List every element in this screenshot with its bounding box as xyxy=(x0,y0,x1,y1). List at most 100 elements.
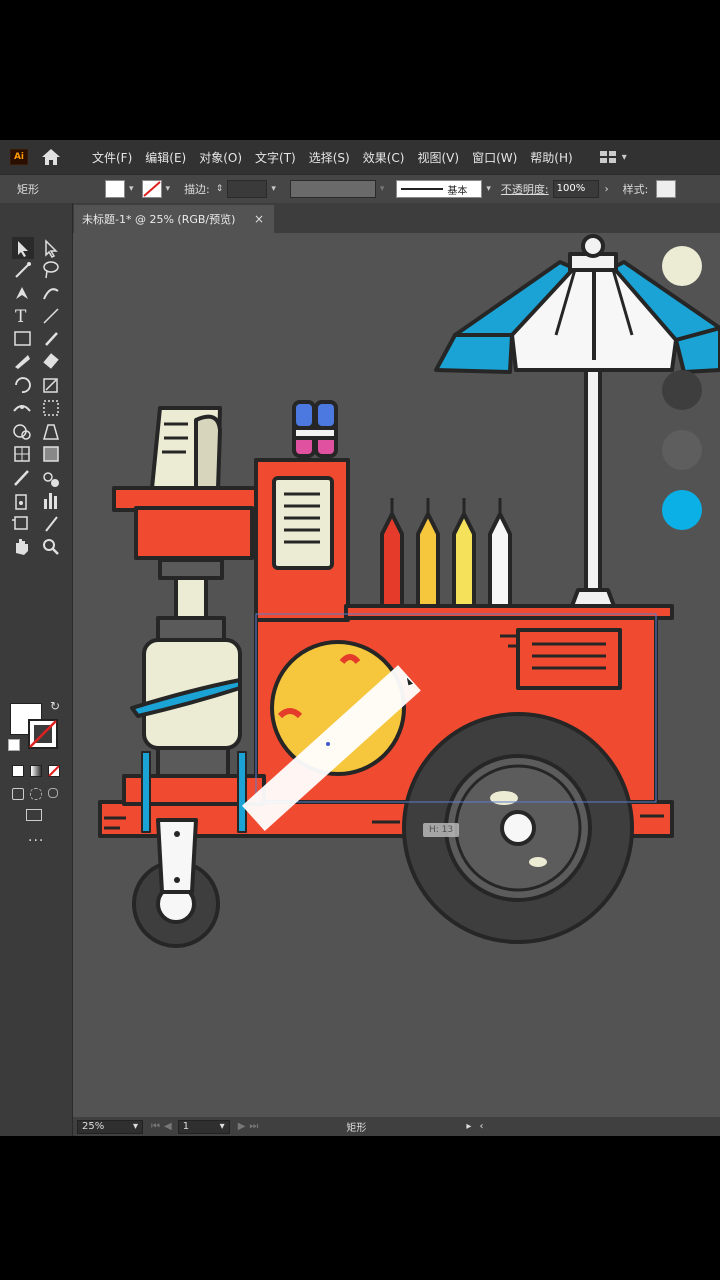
selection-tool-icon[interactable] xyxy=(12,237,34,259)
blend-tool-icon[interactable] xyxy=(43,472,59,487)
artboard-number: 1 xyxy=(182,1121,190,1132)
swatch-cyan xyxy=(662,490,702,530)
zoom-select[interactable]: 25% ▾ xyxy=(77,1119,143,1134)
last-artboard-icon[interactable]: ⏭ xyxy=(249,1121,258,1132)
stroke-weight-input[interactable] xyxy=(227,180,268,198)
fill-dropdown-icon[interactable]: ▾ xyxy=(129,184,134,194)
app-logo: Ai xyxy=(10,149,28,165)
none-mode-icon[interactable] xyxy=(48,765,60,777)
artboard-canvas[interactable]: H: 13 xyxy=(73,233,720,1117)
direct-selection-tool-icon[interactable] xyxy=(45,239,58,258)
gradient-tool-icon[interactable] xyxy=(43,446,59,462)
menu-window[interactable]: 窗口(W) xyxy=(472,149,517,166)
close-icon[interactable]: × xyxy=(254,212,264,226)
umbrella-base xyxy=(570,588,616,608)
zoom-tool-icon[interactable] xyxy=(43,539,59,555)
umbrella-canopy-left xyxy=(434,333,514,374)
draw-behind-icon[interactable] xyxy=(30,788,42,800)
swap-fill-stroke-icon[interactable]: ↻ xyxy=(50,699,60,713)
style-label: 样式: xyxy=(622,183,649,196)
eraser-tool-icon[interactable] xyxy=(43,353,59,369)
menu-type[interactable]: 文字(T) xyxy=(255,149,296,166)
rotate-tool-icon[interactable] xyxy=(15,377,31,393)
paintbrush-tool-icon[interactable] xyxy=(45,332,58,346)
line-tool-icon[interactable] xyxy=(43,308,59,324)
screen-mode-icon[interactable] xyxy=(26,809,42,821)
opacity-value: 100% xyxy=(556,183,586,194)
type-tool-icon[interactable]: T xyxy=(15,307,27,327)
object-type-label: 矩形 xyxy=(17,183,39,196)
illustrator-window: Ai 文件(F) 编辑(E) 对象(O) 文字(T) 选择(S) 效果(C) 视… xyxy=(0,140,720,1136)
perspective-grid-tool-icon[interactable] xyxy=(43,424,59,440)
workspace-switcher[interactable]: ▾ xyxy=(599,151,627,163)
umbrella-finial xyxy=(581,234,605,258)
width-tool-icon[interactable] xyxy=(13,405,31,412)
fill-swatch[interactable] xyxy=(105,180,125,198)
vent-panel xyxy=(516,628,622,690)
rectangle-tool-icon[interactable] xyxy=(14,331,31,346)
pen-tool-icon[interactable] xyxy=(16,287,28,299)
menu-view[interactable]: 视图(V) xyxy=(417,149,459,166)
stroke-label: 描边: xyxy=(184,183,210,196)
brush-definition-field[interactable]: 基本 xyxy=(396,180,483,198)
lasso-tool-icon[interactable] xyxy=(43,261,59,279)
side-box xyxy=(134,506,254,560)
artboard-dropdown-icon: ▾ xyxy=(219,1121,225,1132)
swatch-grey xyxy=(662,430,702,470)
menu-effect[interactable]: 效果(C) xyxy=(363,149,405,166)
brush-dropdown-icon[interactable]: ▾ xyxy=(486,184,491,194)
menu-select[interactable]: 选择(S) xyxy=(309,149,350,166)
menu-object[interactable]: 对象(O) xyxy=(199,149,242,166)
artboard-tool-icon[interactable] xyxy=(12,516,28,530)
slice-tool-icon[interactable] xyxy=(45,516,58,532)
more-tools-icon[interactable]: ··· xyxy=(28,833,44,849)
chevron-right-icon[interactable]: › xyxy=(605,184,609,195)
scale-tool-icon[interactable] xyxy=(43,378,58,393)
home-icon[interactable] xyxy=(40,147,62,167)
draw-inside-icon[interactable] xyxy=(48,788,58,798)
shape-builder-tool-icon[interactable] xyxy=(13,424,31,440)
default-fill-stroke-icon[interactable] xyxy=(8,739,20,751)
graphic-style-swatch[interactable] xyxy=(656,180,677,198)
menu-edit[interactable]: 编辑(E) xyxy=(145,149,186,166)
first-artboard-icon[interactable]: ⏮ xyxy=(151,1121,160,1132)
stroke-weight-dropdown-icon[interactable]: ▾ xyxy=(271,184,276,194)
tooltip-text: H: 13 xyxy=(429,825,454,835)
status-menu-icon[interactable]: ▸ xyxy=(466,1121,471,1132)
menu-help[interactable]: 帮助(H) xyxy=(530,149,572,166)
prev-artboard-icon[interactable]: ◀ xyxy=(164,1121,172,1132)
next-artboard-icon[interactable]: ▶ xyxy=(238,1121,246,1132)
column-graph-tool-icon[interactable] xyxy=(44,493,57,509)
shaper-tool-icon[interactable] xyxy=(15,355,30,369)
menu-file[interactable]: 文件(F) xyxy=(92,149,132,166)
sauce-bottles xyxy=(380,498,512,608)
status-scroll-left-icon[interactable]: ‹ xyxy=(479,1121,483,1132)
svg-text:T: T xyxy=(15,307,27,327)
document-tab[interactable]: 未标题-1* @ 25% (RGB/预览) × xyxy=(74,205,274,233)
stroke-dropdown-icon[interactable]: ▾ xyxy=(166,184,171,194)
stroke-none-swatch[interactable] xyxy=(141,180,162,198)
draw-normal-icon[interactable] xyxy=(12,788,24,800)
gradient-mode-icon[interactable] xyxy=(30,765,42,777)
variable-width-profile[interactable] xyxy=(289,180,376,198)
eyedropper-tool-icon[interactable] xyxy=(14,470,29,486)
mesh-tool-icon[interactable] xyxy=(14,446,30,462)
hand-tool-icon[interactable] xyxy=(16,539,28,555)
stroke-weight-stepper-icon[interactable]: ⇕ xyxy=(216,184,224,194)
color-mode-icon[interactable] xyxy=(12,765,24,777)
swatch-dark xyxy=(662,370,702,410)
stroke-color-box[interactable] xyxy=(28,719,58,749)
document-tab-strip: « 未标题-1* @ 25% (RGB/预览) × xyxy=(0,203,720,233)
free-transform-tool-icon[interactable] xyxy=(43,400,59,416)
chevron-down-icon: ▾ xyxy=(621,151,627,163)
curvature-tool-icon[interactable] xyxy=(43,288,59,300)
document-title: 未标题-1* @ 25% (RGB/预览) xyxy=(82,213,236,226)
artboard-select[interactable]: 1 ▾ xyxy=(177,1119,230,1134)
umbrella-pole xyxy=(584,358,602,602)
opacity-label[interactable]: 不透明度: xyxy=(501,181,549,197)
magic-wand-icon[interactable] xyxy=(15,262,31,278)
symbol-sprayer-tool-icon[interactable] xyxy=(15,494,27,510)
opacity-input[interactable]: 100% xyxy=(552,180,599,198)
profile-dropdown-icon[interactable]: ▾ xyxy=(380,184,385,194)
zoom-dropdown-icon: ▾ xyxy=(132,1121,138,1132)
